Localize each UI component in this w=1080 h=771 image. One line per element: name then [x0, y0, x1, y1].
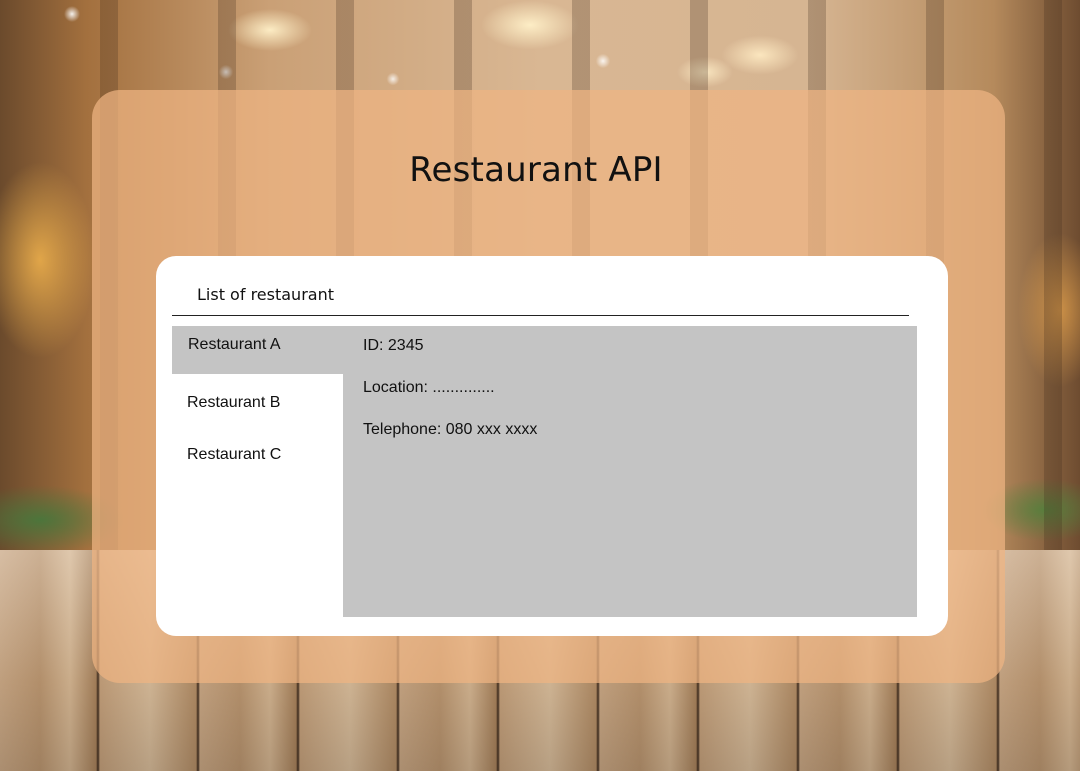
panel-divider [172, 315, 909, 316]
panel-title: List of restaurant [197, 285, 334, 304]
restaurant-list-item-b[interactable]: Restaurant B [172, 385, 343, 425]
restaurant-id: ID: 2345 [363, 337, 424, 354]
restaurant-list-item-label: Restaurant C [187, 446, 282, 463]
app-title: Restaurant API [409, 150, 663, 190]
restaurant-location: Location: .............. [363, 379, 495, 396]
restaurant-list-item-a[interactable]: Restaurant A [172, 326, 343, 374]
app-window: Restaurant API List of restaurant Restau… [0, 0, 1080, 771]
restaurant-list-item-label: Restaurant A [188, 336, 281, 353]
restaurant-details-pane [343, 326, 917, 617]
restaurant-list-item-label: Restaurant B [187, 394, 281, 411]
restaurant-telephone: Telephone: 080 xxx xxxx [363, 421, 538, 438]
restaurant-list-item-c[interactable]: Restaurant C [172, 437, 343, 477]
